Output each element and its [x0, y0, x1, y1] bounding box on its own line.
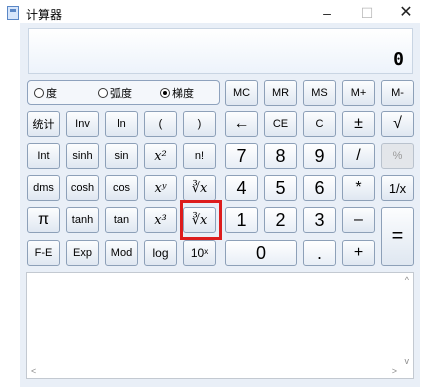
minimize-button[interactable]: – [313, 3, 341, 23]
cosh-button[interactable]: cosh [66, 175, 99, 201]
sin-button[interactable]: sin [105, 143, 138, 169]
ln-button[interactable]: ln [105, 111, 138, 137]
power-button[interactable]: xʸ [144, 175, 177, 201]
memory-recall-button[interactable]: MR [264, 80, 297, 106]
log-button[interactable]: log [144, 240, 177, 266]
scroll-down-arrow-icon[interactable]: v [405, 356, 410, 366]
backspace-button[interactable]: ← [225, 111, 258, 137]
scroll-up-arrow-icon[interactable]: ^ [405, 275, 409, 285]
calculator-body: 0 度 弧度 梯度 MC MR MS M+ M- 统计 Inv ln ( ) ←… [20, 23, 420, 387]
digit-4-button[interactable]: 4 [225, 175, 258, 201]
dms-button[interactable]: dms [27, 175, 60, 201]
history-panel: ^ v < > [26, 272, 414, 379]
radio-degrees[interactable]: 度 [34, 85, 57, 101]
radio-gradians-indicator [160, 88, 170, 98]
radio-gradians[interactable]: 梯度 [160, 85, 194, 101]
scroll-left-arrow-icon[interactable]: < [31, 366, 36, 376]
angle-mode-group: 度 弧度 梯度 [27, 80, 220, 105]
divide-button[interactable]: / [342, 143, 375, 169]
integer-button[interactable]: Int [27, 143, 60, 169]
square-button[interactable]: x² [144, 143, 177, 169]
digit-1-button[interactable]: 1 [225, 207, 258, 233]
memory-subtract-button[interactable]: M- [381, 80, 414, 106]
memory-add-button[interactable]: M+ [342, 80, 375, 106]
display-value: 0 [393, 49, 404, 70]
pi-button[interactable]: π [27, 207, 60, 233]
calculator-icon [7, 6, 19, 20]
cube-root-button[interactable]: ∛x [183, 207, 216, 233]
open-paren-button[interactable]: ( [144, 111, 177, 137]
close-paren-button[interactable]: ) [183, 111, 216, 137]
subtract-button[interactable]: – [342, 207, 375, 233]
clear-button[interactable]: C [303, 111, 336, 137]
sinh-button[interactable]: sinh [66, 143, 99, 169]
memory-clear-button[interactable]: MC [225, 80, 258, 106]
maximize-button[interactable]: ☐ [353, 3, 381, 23]
scroll-right-arrow-icon[interactable]: > [392, 366, 397, 376]
yth-root-button[interactable]: ∛x [183, 175, 216, 201]
digit-6-button[interactable]: 6 [303, 175, 336, 201]
percent-button[interactable]: % [381, 143, 414, 169]
negate-button[interactable]: ± [342, 111, 375, 137]
radio-gradians-label: 梯度 [172, 88, 194, 100]
statistics-button[interactable]: 统计 [27, 111, 60, 137]
tanh-button[interactable]: tanh [66, 207, 99, 233]
digit-7-button[interactable]: 7 [225, 143, 258, 169]
digit-9-button[interactable]: 9 [303, 143, 336, 169]
digit-3-button[interactable]: 3 [303, 207, 336, 233]
square-root-button[interactable]: √ [381, 111, 414, 137]
exp-button[interactable]: Exp [66, 240, 99, 266]
tan-button[interactable]: tan [105, 207, 138, 233]
equals-button[interactable]: = [381, 207, 414, 266]
modulo-button[interactable]: Mod [105, 240, 138, 266]
radio-degrees-indicator [34, 88, 44, 98]
digit-2-button[interactable]: 2 [264, 207, 297, 233]
cube-button[interactable]: x³ [144, 207, 177, 233]
radio-radians-label: 弧度 [110, 88, 132, 100]
radio-degrees-label: 度 [46, 88, 57, 100]
close-button[interactable]: ✕ [392, 3, 420, 23]
digit-8-button[interactable]: 8 [264, 143, 297, 169]
radio-radians[interactable]: 弧度 [98, 85, 132, 101]
reciprocal-button[interactable]: 1/x [381, 175, 414, 201]
fixed-exponent-button[interactable]: F-E [27, 240, 60, 266]
add-button[interactable]: + [342, 240, 375, 266]
digit-0-button[interactable]: 0 [225, 240, 297, 266]
inverse-button[interactable]: Inv [66, 111, 99, 137]
radio-radians-indicator [98, 88, 108, 98]
multiply-button[interactable]: * [342, 175, 375, 201]
ten-power-button[interactable]: 10ˣ [183, 240, 216, 266]
window-title: 计算器 [26, 8, 63, 22]
display: 0 [28, 28, 413, 74]
factorial-button[interactable]: n! [183, 143, 216, 169]
cos-button[interactable]: cos [105, 175, 138, 201]
memory-store-button[interactable]: MS [303, 80, 336, 106]
digit-5-button[interactable]: 5 [264, 175, 297, 201]
clear-entry-button[interactable]: CE [264, 111, 297, 137]
decimal-button[interactable]: . [303, 240, 336, 266]
